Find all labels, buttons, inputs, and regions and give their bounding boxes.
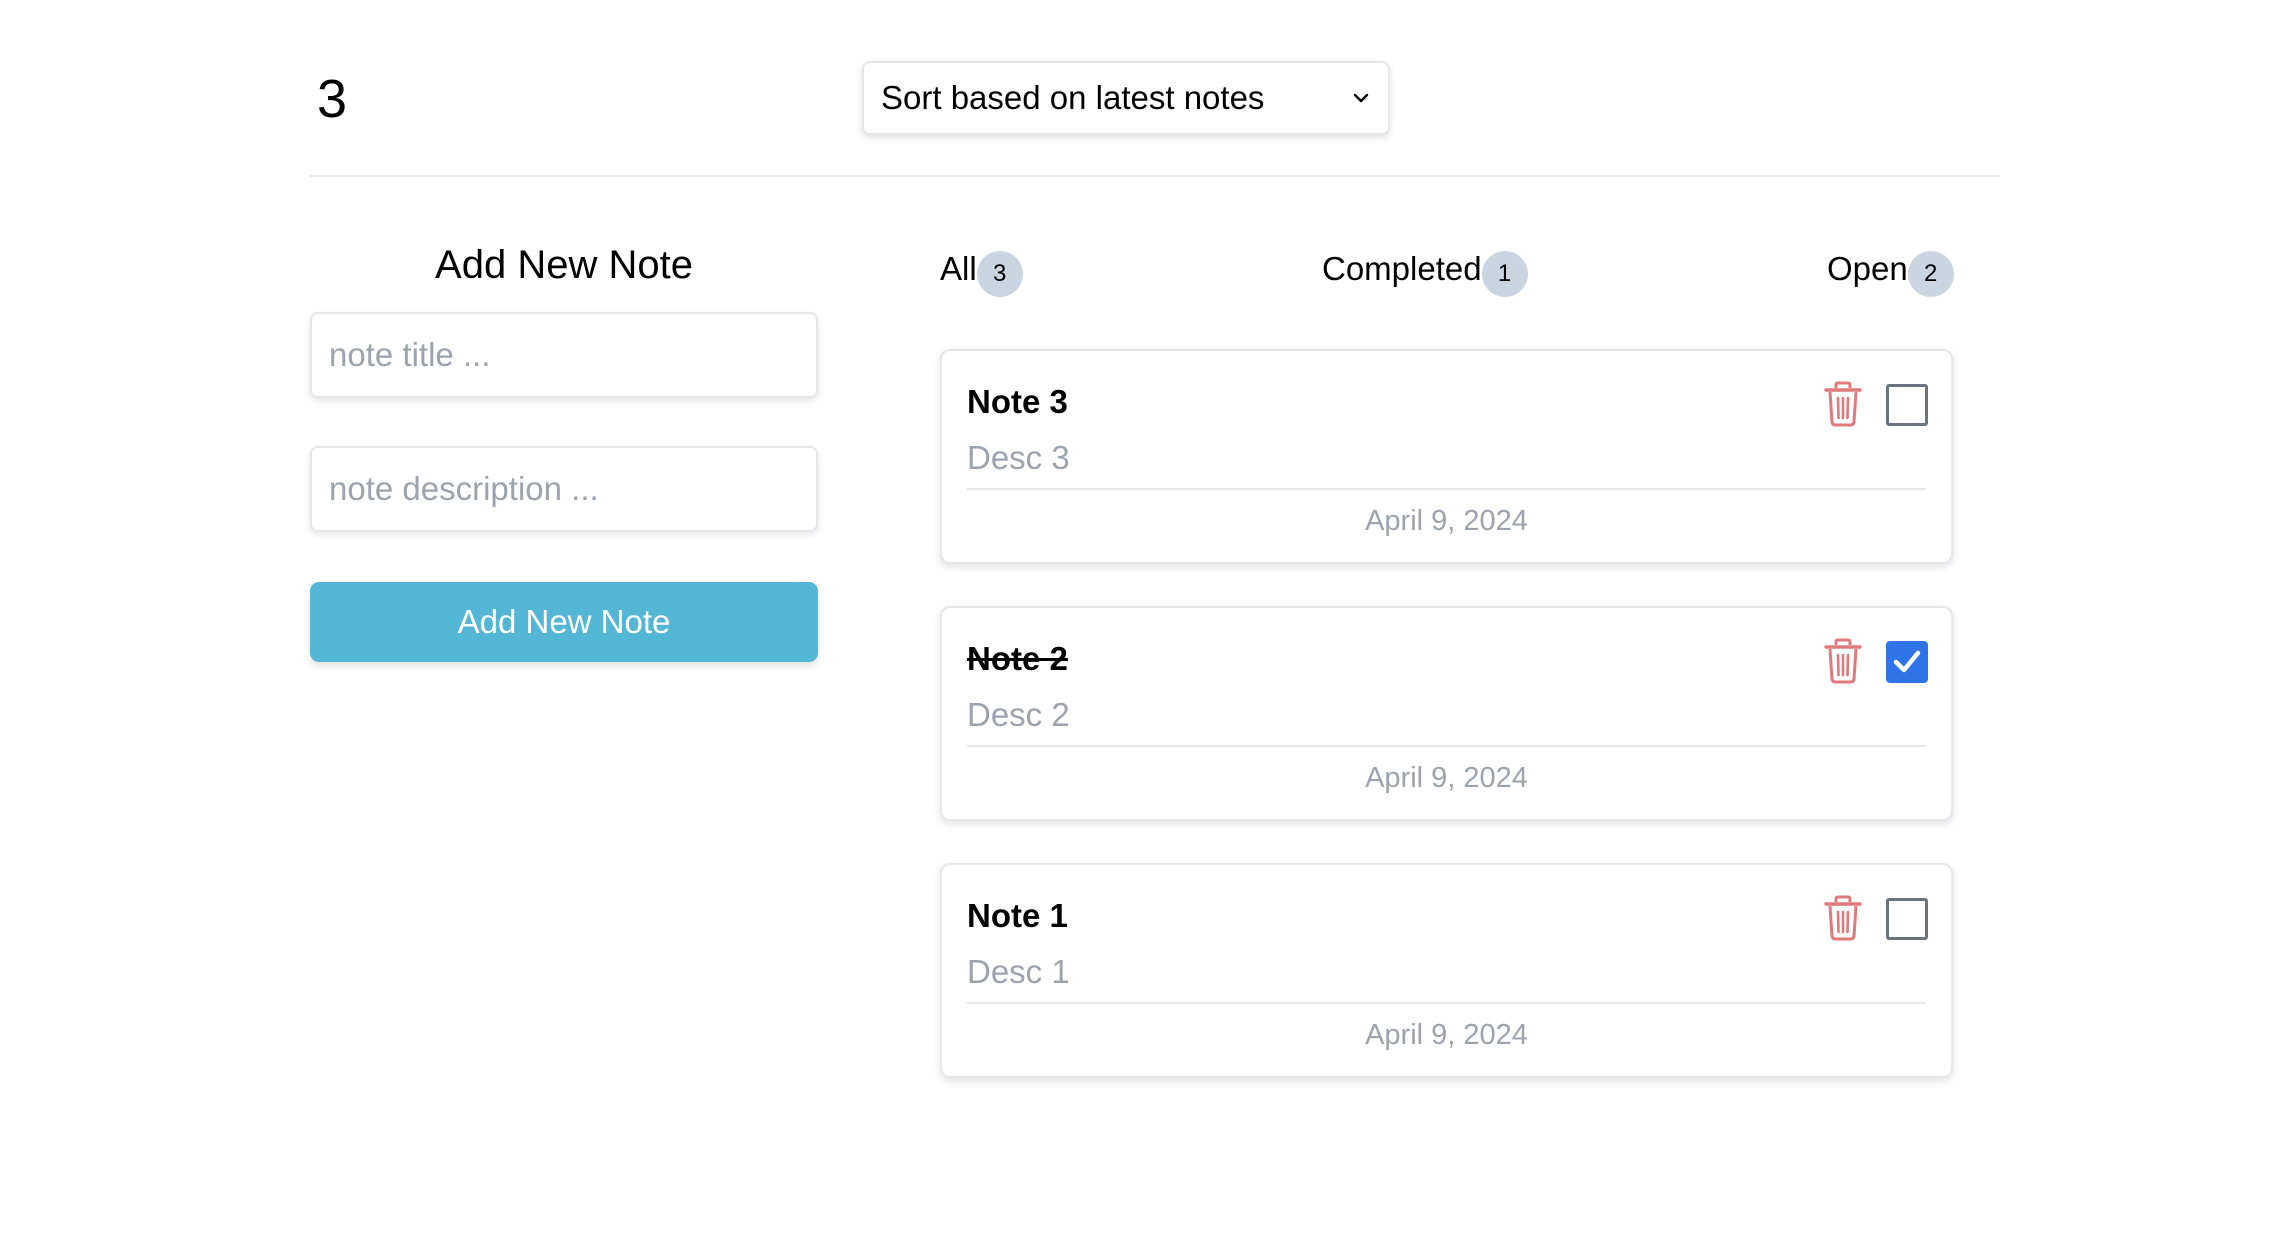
note-date: April 9, 2024 — [1365, 505, 1528, 537]
add-note-button[interactable]: Add New Note — [310, 582, 818, 662]
note-description: Desc 3 — [967, 439, 1070, 476]
note-title: Note 3 — [967, 383, 1068, 420]
note-date: April 9, 2024 — [1365, 762, 1528, 794]
note-title: Note 2 — [967, 640, 1068, 677]
filter-completed[interactable]: Completed 1 — [1322, 246, 1528, 297]
note-description-input[interactable] — [310, 446, 818, 532]
check-icon — [1893, 650, 1921, 673]
filter-all[interactable]: All 3 — [940, 246, 1023, 297]
filter-completed-label: Completed — [1322, 250, 1482, 287]
divider — [967, 488, 1926, 490]
filter-open[interactable]: Open 2 — [1827, 246, 1954, 297]
filter-open-count: 2 — [1907, 251, 1954, 297]
sort-selected-value: Sort based on latest notes — [881, 79, 1265, 116]
note-title: Note 1 — [967, 897, 1068, 934]
note-date: April 9, 2024 — [1365, 1019, 1528, 1051]
chevron-down-icon — [1353, 93, 1369, 103]
sort-select[interactable]: Sort based on latest notes — [862, 61, 1390, 135]
note-title-input[interactable] — [310, 312, 818, 398]
divider — [967, 745, 1926, 747]
trash-icon[interactable] — [1822, 381, 1864, 427]
form-title: Add New Note — [435, 243, 693, 287]
note-complete-checkbox[interactable] — [1886, 641, 1928, 683]
note-complete-checkbox[interactable] — [1886, 898, 1928, 940]
divider — [967, 1002, 1926, 1004]
trash-icon[interactable] — [1822, 895, 1864, 941]
note-complete-checkbox[interactable] — [1886, 384, 1928, 426]
note-card: Note 2 Desc 2 April 9, 2024 — [940, 606, 1953, 821]
notes-list: Note 3 Desc 3 April 9, 2024 Note 2 Desc … — [940, 349, 1953, 1120]
note-description: Desc 1 — [967, 953, 1070, 990]
filter-all-label: All — [940, 250, 977, 287]
filter-open-label: Open — [1827, 250, 1908, 287]
filter-tabs: All 3 Completed 1 Open 2 — [940, 246, 1955, 297]
note-count: 3 — [316, 69, 348, 129]
note-card: Note 1 Desc 1 April 9, 2024 — [940, 863, 1953, 1078]
filter-all-count: 3 — [976, 251, 1023, 297]
trash-icon[interactable] — [1822, 638, 1864, 684]
note-card: Note 3 Desc 3 April 9, 2024 — [940, 349, 1953, 564]
note-description: Desc 2 — [967, 696, 1070, 733]
filter-completed-count: 1 — [1481, 251, 1528, 297]
add-note-form: Add New Note Add New Note — [310, 240, 818, 662]
